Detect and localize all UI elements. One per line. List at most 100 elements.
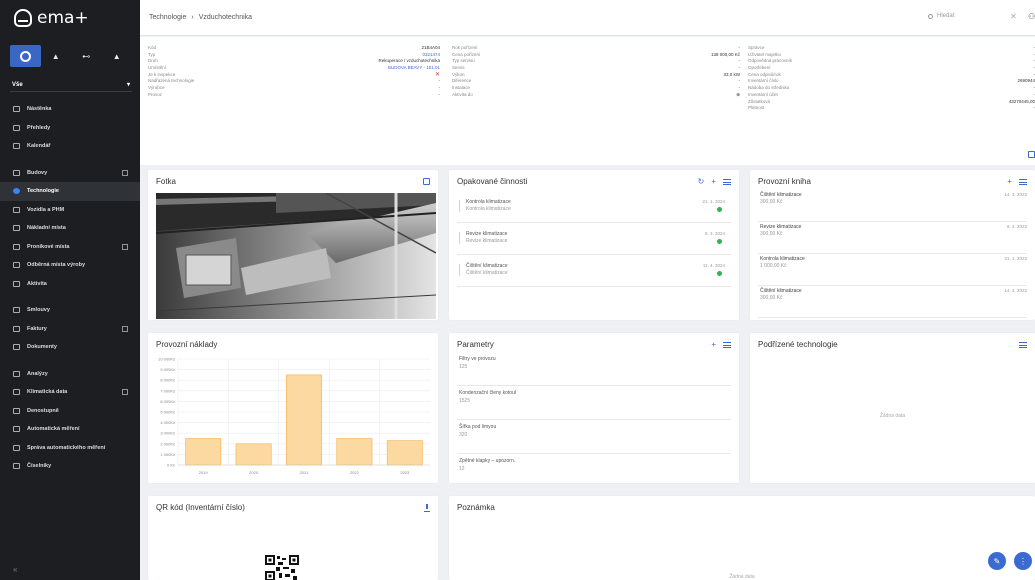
tab-buildings[interactable]: ▲ [41, 45, 72, 67]
collapse-sidebar-icon[interactable]: « [13, 565, 17, 574]
tab-technology[interactable] [10, 45, 41, 67]
sidebar-item-sprava-automatickeho-mereni[interactable]: Správa automatického měření [0, 439, 140, 458]
sidebar-item-pronikove-mista[interactable]: Pronikové místa [0, 238, 140, 257]
info-column-1: Kód 21B4A04 Typ 0321474 Druh Rekuperace / vzd… [148, 45, 440, 99]
parameters-card: Parametry + Filtry ve provozu 125 Kondenza… [449, 333, 739, 483]
list-icon[interactable] [723, 342, 731, 348]
nav-icon [13, 106, 20, 113]
sidebar-item-prehledy[interactable]: Přehledy [0, 119, 140, 138]
sidebar-item-odberna-mista-vyroby[interactable]: Odběrná místa výroby [0, 256, 140, 275]
search-input[interactable]: Hledat [928, 13, 954, 19]
info-value[interactable]: BUDOVA BEAVY - 101.01 [388, 65, 440, 72]
qr-card: QR kód (Inventární číslo) [148, 496, 438, 580]
change-photo-icon[interactable] [423, 178, 430, 185]
sidebar-item-kalendar[interactable]: Kalendář [0, 137, 140, 156]
list-item[interactable]: Šířka pod limyou 320 [457, 421, 731, 454]
info-label: Uživatel majetku [748, 51, 782, 57]
sidebar-item-technologie[interactable]: Technologie [0, 182, 140, 201]
sidebar-item-ciselniky[interactable]: Číselníky [0, 457, 140, 476]
list-item[interactable]: Revize klimatizace Revize klimatizace 8. 2… [457, 225, 731, 255]
info-label: Kód [148, 45, 157, 50]
sidebar-item-label: Klimatická data [27, 389, 68, 396]
task-date: 8. 2. 2024 [704, 231, 725, 236]
info-label: Správce [748, 45, 765, 50]
bar [286, 374, 322, 466]
photo-card-title: Fotka [156, 177, 177, 186]
search-icon [928, 13, 933, 19]
list-item[interactable]: Kontrola klimatizace Kontrola klimatizace… [457, 193, 731, 223]
info-row: Instalace - [452, 85, 740, 92]
tab-person[interactable]: ▲ [102, 45, 133, 67]
sidebar-item-smlouvy[interactable]: Smlouvy [0, 301, 140, 320]
sidebar-item-automaticka-mereni[interactable]: Automatická měření [0, 420, 140, 439]
more-button[interactable]: ⋮ [1014, 552, 1032, 570]
app-logo[interactable]: ema+ [14, 8, 89, 28]
list-item[interactable]: Čištění klimatizace 300,00 Kč 14. 4. 2022 [758, 286, 1027, 318]
costs-title: Provozní náklady [156, 340, 218, 349]
sidebar-item-faktury[interactable]: Faktury [0, 320, 140, 339]
list-item[interactable]: Zpětné klapky – upozorn. 12 [457, 455, 731, 483]
info-row: Druh Rekuperace / vzduchotechnika [148, 58, 440, 65]
sidebar-item-nakladni-mista[interactable]: Nákladní místa [0, 219, 140, 238]
add-parameter-button[interactable]: + [711, 341, 716, 349]
clear-search-icon[interactable]: ✕ [1010, 12, 1017, 21]
sidebar-item-label: Dokumenty [27, 344, 57, 351]
info-label: Aktivita do [452, 91, 473, 97]
info-row: Uživatel majetku - [748, 52, 1035, 59]
info-label: Diference [452, 78, 472, 84]
sidebar-filter-select[interactable]: Vše ▾ [10, 78, 132, 92]
y-tick-label: 0 Kč [167, 463, 175, 468]
info-label: Umístění [148, 65, 167, 71]
sidebar-item-vozidla-a-phm[interactable]: Vozidla a PHM [0, 201, 140, 220]
list-item[interactable]: Filtry ve provozu 125 [457, 353, 731, 386]
sidebar-item-klimaticka-data[interactable]: Klimatická data [0, 383, 140, 402]
list-icon[interactable] [1019, 342, 1027, 348]
status-ok-icon [717, 207, 722, 212]
nav-icon [13, 444, 20, 451]
filter-icon[interactable] [1028, 151, 1035, 158]
sidebar-item-budovy[interactable]: Budovy [0, 164, 140, 183]
sidebar-tabs: ▲ ⊷ ▲ [10, 45, 132, 67]
tab-network[interactable]: ⊷ [71, 45, 102, 67]
nav-icon [13, 206, 20, 213]
info-value: - [738, 45, 741, 50]
sidebar-item-nastenka[interactable]: Nástěnka [0, 100, 140, 119]
list-icon[interactable] [723, 179, 731, 185]
add-log-button[interactable]: + [1007, 178, 1012, 186]
sidebar-item-dokumenty[interactable]: Dokumenty [0, 338, 140, 357]
list-item[interactable]: Čištění klimatizace 300,00 Kč 14. 3. 2023 [758, 190, 1027, 222]
child-technologies-card: Podřízené technologie Žádná data [750, 333, 1035, 483]
task-date: 11. 4. 2024 [702, 263, 725, 268]
breadcrumb-root[interactable]: Technologie [149, 14, 186, 21]
info-label: Výkon [452, 71, 465, 77]
external-link-icon[interactable] [122, 389, 128, 396]
note-empty-state: Žádná data [729, 574, 755, 580]
info-value[interactable]: 0321474 [422, 52, 440, 59]
external-link-icon[interactable] [122, 169, 128, 176]
parameter-value: 320 [459, 432, 468, 438]
qr-code [265, 555, 299, 580]
add-task-button[interactable]: + [711, 178, 716, 186]
sidebar-item-denostupne[interactable]: Denostupně [0, 402, 140, 421]
sidebar-item-aktivita[interactable]: Aktivita [0, 275, 140, 294]
info-value: 2690944 [1017, 78, 1035, 84]
sidebar-item-label: Analýzy [27, 370, 48, 377]
sidebar-item-analyzy[interactable]: Analýzy [0, 365, 140, 384]
history-icon[interactable]: ↻ [698, 178, 705, 186]
info-column-3: Správce - Uživatel majetku - Odpovědná praco… [748, 45, 1035, 112]
external-link-icon[interactable] [122, 243, 128, 250]
list-item[interactable]: Revize klimatizace 300,00 Kč 8. 2. 2023 [758, 222, 1027, 254]
edit-button[interactable]: ✎ [988, 552, 1006, 570]
list-item[interactable]: Kondenzační členy kotoul 1525 [457, 387, 731, 420]
download-icon[interactable] [424, 504, 430, 512]
user-icon[interactable]: ⚇ [1028, 12, 1035, 21]
info-value: 43270445,00 [1008, 98, 1035, 104]
list-item[interactable]: Čištění klimatizace Čištění klimatizace 11… [457, 257, 731, 287]
list-icon[interactable] [1019, 179, 1027, 185]
empty-state: Žádná data [879, 413, 906, 419]
log-amount: 300,00 Kč [760, 199, 783, 205]
sidebar-item-label: Nástěnka [27, 106, 52, 113]
list-item[interactable]: Kontrola klimatizace 1 000,00 Kč 21. 1. 20… [758, 254, 1027, 286]
external-link-icon[interactable] [122, 325, 128, 332]
info-row: Opotřebení - [748, 65, 1035, 72]
